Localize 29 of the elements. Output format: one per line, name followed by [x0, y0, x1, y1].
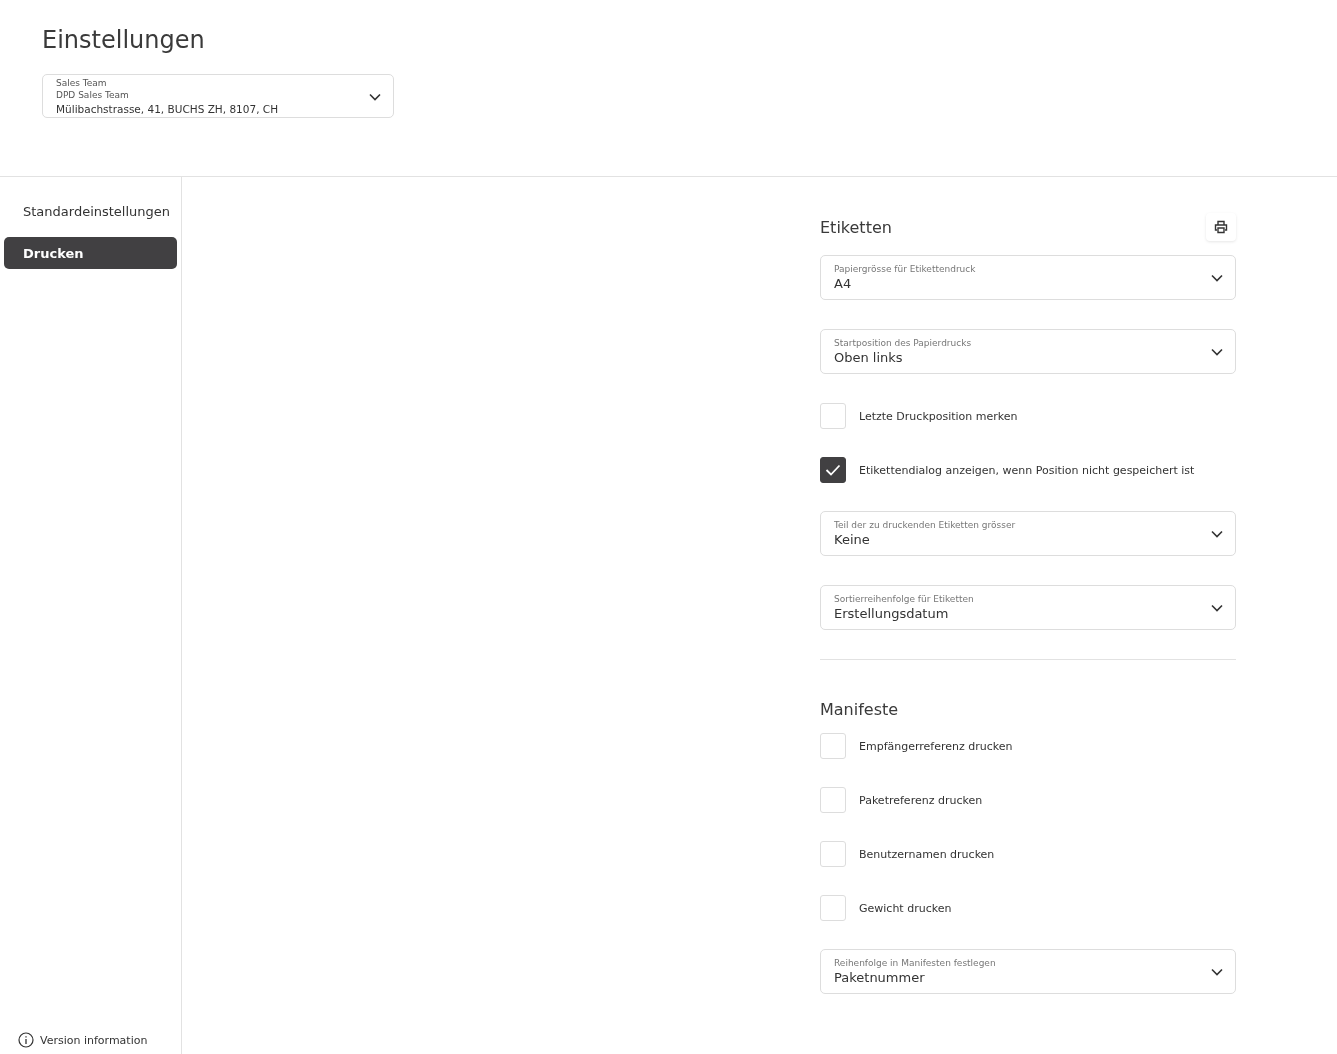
chevron-down-icon [1211, 967, 1223, 976]
dropdown-field[interactable]: Reihenfolge in Manifesten festlegen Paketnummer [820, 949, 1236, 994]
dropdown-field[interactable]: Sortierreihenfolge für Etiketten Erstellungsdatum [820, 585, 1236, 630]
dropdown-field[interactable]: Startposition des Papierdrucks Oben links [820, 329, 1236, 374]
checkbox-label: Etikettendialog anzeigen, wenn Position nicht gespeichert ist [859, 463, 1195, 477]
dropdown-field[interactable]: Papiergrösse für Etikettendruck A4 [820, 255, 1236, 300]
sidebar-item[interactable]: Drucken [4, 237, 177, 269]
info-icon [18, 1032, 34, 1048]
checkbox[interactable] [820, 457, 846, 483]
section-title: Etiketten [820, 217, 892, 237]
checkbox-label: Gewicht drucken [859, 901, 952, 915]
printer-icon [1214, 220, 1228, 234]
account-dropdown[interactable]: Sales Team DPD Sales Team Mülibachstrasse, 41, BUCHS ZH, 8107, CH [42, 74, 394, 118]
chevron-down-icon [1211, 347, 1223, 356]
checkbox-label: Letzte Druckposition merken [859, 409, 1018, 423]
chevron-down-icon [369, 93, 381, 101]
dropdown-field[interactable]: Teil der zu druckenden Etiketten grösser Keine [820, 511, 1236, 556]
chevron-down-icon [1211, 273, 1223, 282]
checkbox-label: Benutzernamen drucken [859, 847, 995, 861]
checkbox-label: Empfängerreferenz drucken [859, 739, 1013, 753]
chevron-down-icon [1211, 603, 1223, 612]
checkbox-label: Paketreferenz drucken [859, 793, 983, 807]
section-title: Manifeste [820, 700, 899, 719]
version-link[interactable]: Version information [40, 1033, 148, 1047]
sidebar-item[interactable]: Standardeinstellungen [4, 195, 177, 227]
print-button[interactable] [1206, 213, 1236, 241]
page-title: Einstellungen [42, 26, 206, 54]
chevron-down-icon [1211, 529, 1223, 538]
checkmark-icon [825, 464, 841, 476]
